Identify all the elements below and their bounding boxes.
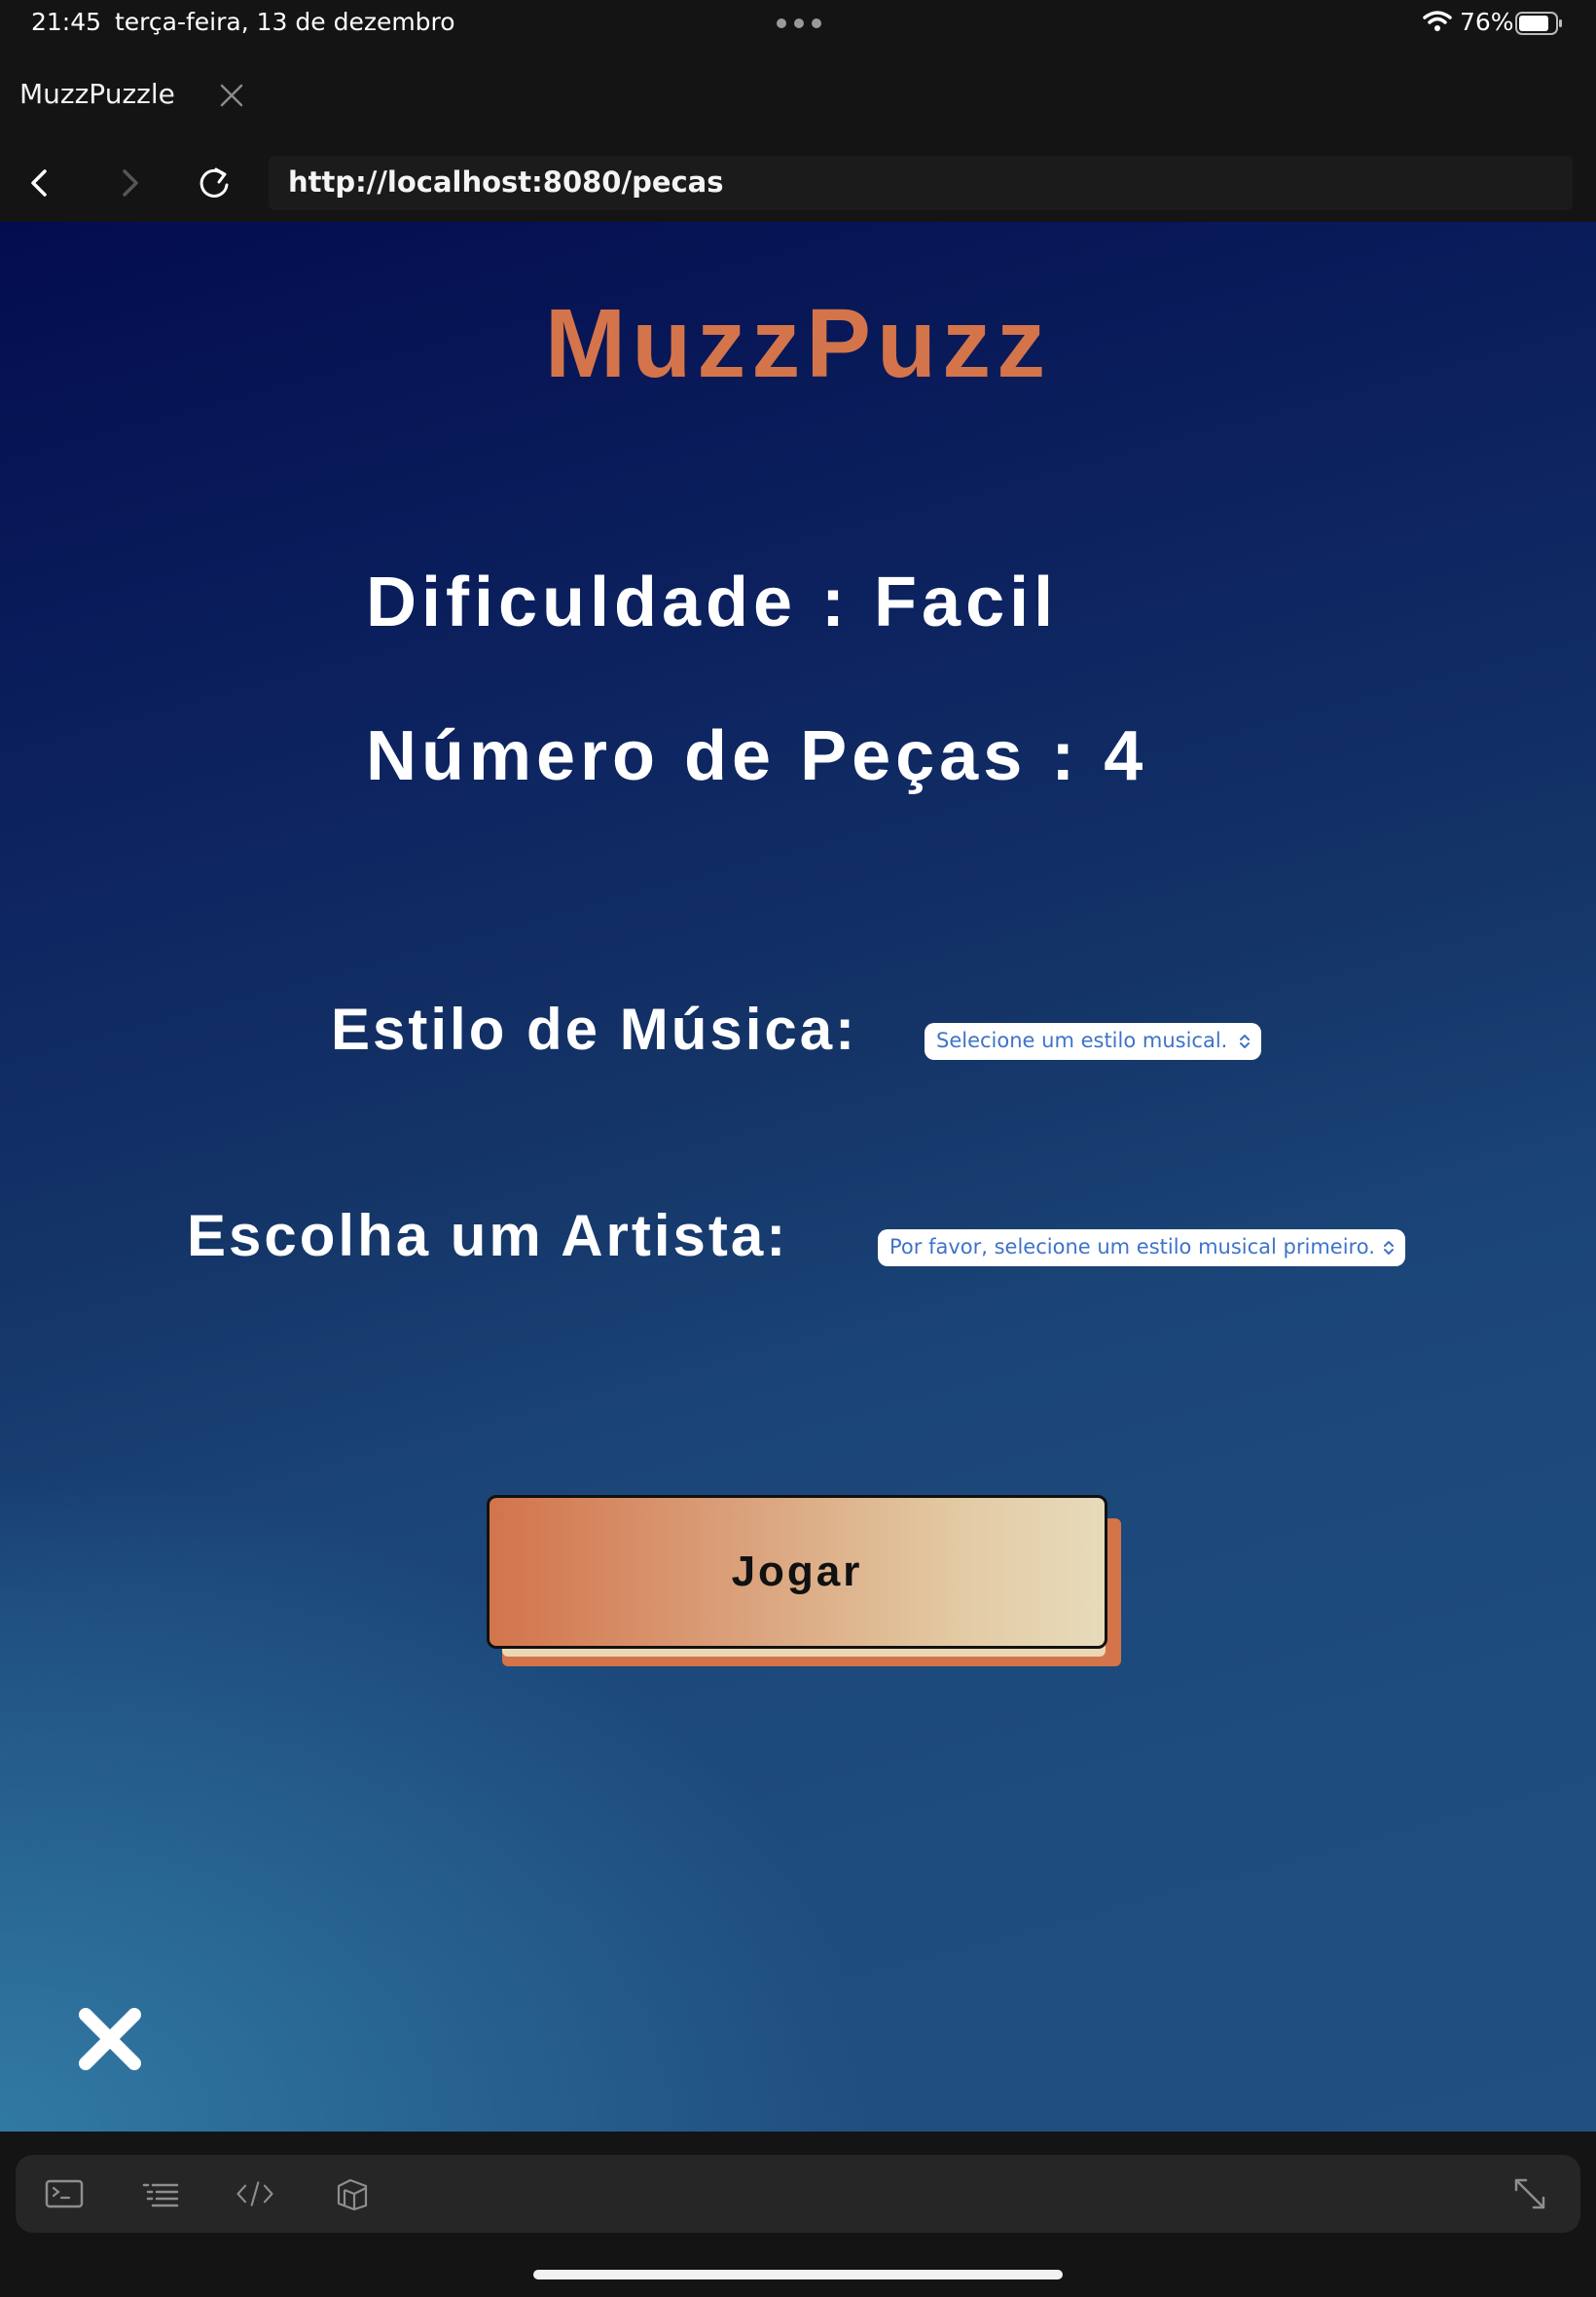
status-time: 21:45 — [31, 8, 102, 36]
play-button[interactable]: Jogar — [487, 1495, 1107, 1649]
artist-select-value: Por favor, selecione um estilo musical p… — [889, 1235, 1375, 1258]
code-icon[interactable] — [236, 2176, 274, 2211]
status-bar: 21:45 terça-feira, 13 de dezembro 76% — [0, 0, 1596, 47]
wifi-icon — [1423, 11, 1452, 31]
url-text[interactable]: http://localhost:8080/pecas — [288, 165, 724, 199]
battery-icon — [1515, 12, 1562, 35]
dev-toolbar — [16, 2155, 1580, 2233]
play-button-wrapper: Jogar — [487, 1495, 1121, 1666]
expand-icon[interactable] — [1510, 2176, 1549, 2211]
terminal-icon[interactable] — [45, 2176, 84, 2211]
tab-title[interactable]: MuzzPuzzle — [19, 78, 175, 110]
list-icon[interactable] — [140, 2176, 179, 2211]
status-date: terça-feira, 13 de dezembro — [115, 8, 455, 36]
forward-icon[interactable] — [115, 164, 144, 202]
page-viewport: MuzzPuzz Dificuldade : Facil Número de P… — [0, 222, 1596, 2132]
app-logo: MuzzPuzz — [544, 289, 1052, 398]
home-indicator[interactable] — [533, 2270, 1063, 2279]
artist-label: Escolha um Artista: — [187, 1203, 789, 1268]
select-chevron-icon — [1384, 1241, 1394, 1255]
music-style-select-value: Selecione um estilo musical. — [936, 1029, 1228, 1052]
music-style-select[interactable]: Selecione um estilo musical. — [925, 1023, 1261, 1060]
address-bar[interactable]: http://localhost:8080/pecas — [269, 156, 1573, 210]
difficulty-text: Dificuldade : Facil — [366, 564, 1059, 641]
artist-select[interactable]: Por favor, selecione um estilo musical p… — [878, 1229, 1405, 1266]
battery-percent: 76% — [1460, 8, 1514, 36]
reload-icon[interactable] — [195, 164, 234, 202]
music-style-label: Estilo de Música: — [331, 997, 858, 1062]
back-icon[interactable] — [25, 164, 54, 202]
close-icon[interactable] — [76, 2005, 144, 2073]
close-tab-icon[interactable] — [218, 82, 245, 109]
multitasking-dots-icon[interactable] — [777, 18, 821, 28]
layers-icon[interactable] — [333, 2176, 372, 2211]
pieces-count-text: Número de Peças : 4 — [366, 717, 1148, 795]
select-chevron-icon — [1240, 1035, 1250, 1048]
